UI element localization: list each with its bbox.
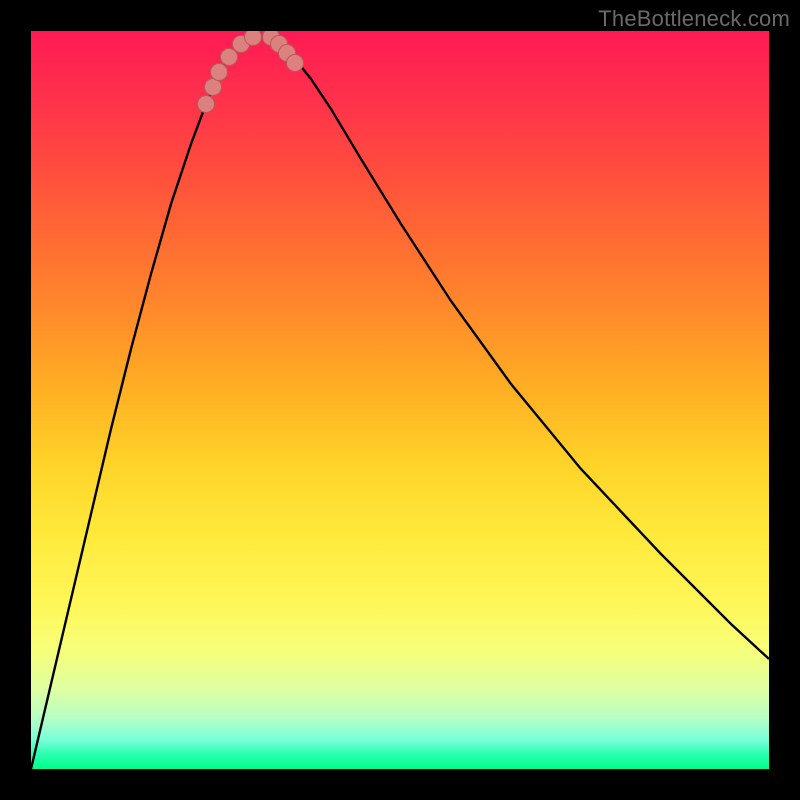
marker-point — [221, 49, 238, 66]
chart-plot-area — [31, 31, 769, 769]
watermark-text: TheBottleneck.com — [598, 6, 790, 32]
highlight-markers — [198, 31, 304, 113]
marker-point — [205, 79, 222, 96]
outer-frame: TheBottleneck.com — [0, 0, 800, 800]
marker-point — [287, 55, 304, 72]
marker-point — [211, 64, 228, 81]
marker-point — [198, 96, 215, 113]
bottleneck-curve — [31, 37, 769, 769]
marker-point — [245, 31, 262, 46]
chart-svg — [31, 31, 769, 769]
